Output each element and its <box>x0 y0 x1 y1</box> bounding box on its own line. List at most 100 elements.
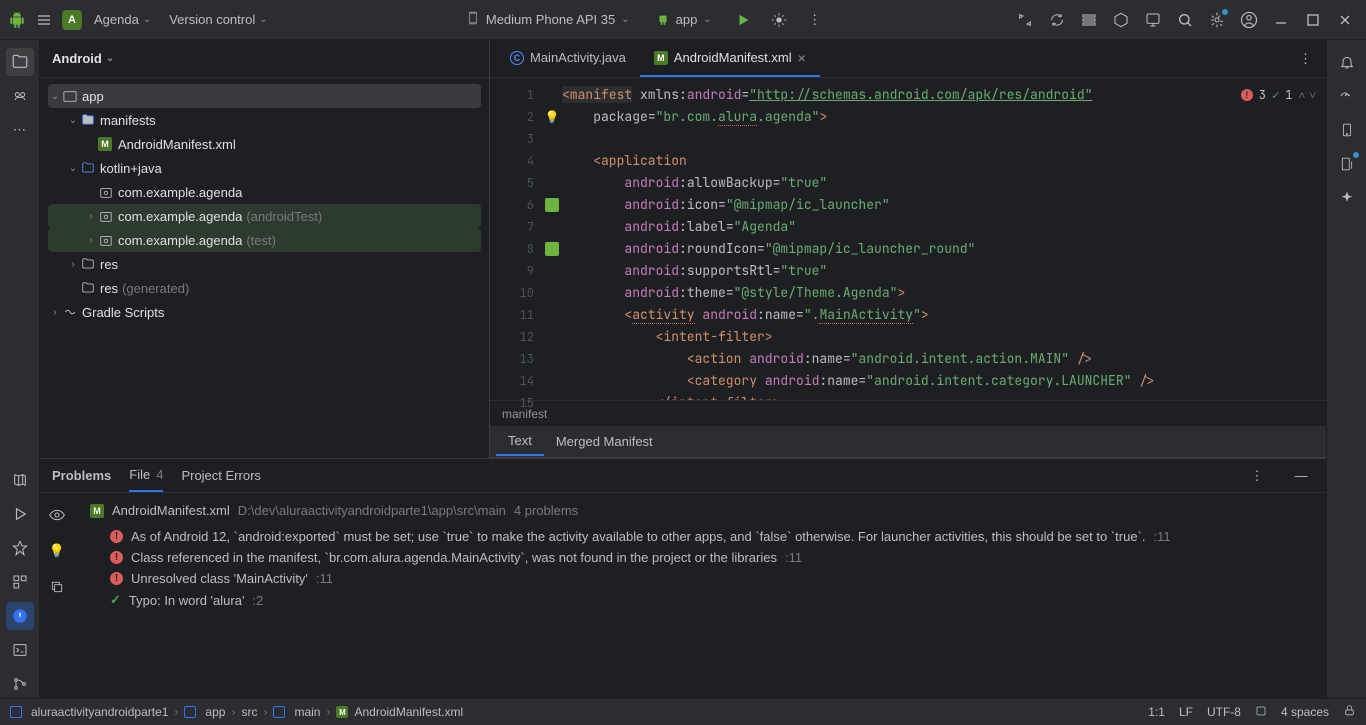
main-menu-button[interactable] <box>32 8 56 32</box>
minimize-button[interactable] <box>1268 7 1294 33</box>
settings-icon[interactable] <box>1204 7 1230 33</box>
search-icon[interactable] <box>1172 7 1198 33</box>
folder-icon <box>80 161 96 175</box>
problem-file-header[interactable]: M AndroidManifest.xml D:\dev\aluraactivi… <box>90 503 1310 518</box>
vcs-dropdown[interactable]: Version control⌄ <box>163 8 273 31</box>
problem-item[interactable]: ! Unresolved class 'MainActivity' :11 <box>90 568 1310 589</box>
project-chip[interactable]: A <box>62 10 82 30</box>
run-tool-button[interactable] <box>6 500 34 528</box>
copy-icon[interactable] <box>43 573 71 601</box>
tree-node-res-gen[interactable]: res (generated) <box>48 276 481 300</box>
structure-tool-button[interactable] <box>6 466 34 494</box>
project-view-dropdown[interactable]: Android ⌄ <box>40 40 489 78</box>
crumb[interactable]: aluraactivityandroidparte1 <box>31 705 168 719</box>
code-content[interactable]: <manifest xmlns:android="http://schemas.… <box>562 78 1326 400</box>
tree-node-res[interactable]: › res <box>48 252 481 276</box>
device-file-explorer-button[interactable] <box>1333 150 1361 178</box>
problems-tab-project[interactable]: Project Errors <box>181 460 260 491</box>
tree-node-pkg1[interactable]: com.example.agenda <box>48 180 481 204</box>
app-inspection-icon[interactable] <box>1108 7 1134 33</box>
problems-tab-file[interactable]: File 4 <box>129 459 163 492</box>
more-button[interactable]: ⋮ <box>802 7 828 33</box>
android-gutter-icon[interactable] <box>545 198 559 212</box>
sync-gradle-icon[interactable] <box>1044 7 1070 33</box>
indent-setting[interactable]: 4 spaces <box>1281 705 1329 719</box>
tab-main-activity[interactable]: C MainActivity.java <box>496 40 640 77</box>
tab-manifest[interactable]: M AndroidManifest.xml × <box>640 40 820 77</box>
run-button[interactable] <box>730 7 756 33</box>
readonly-toggle-icon[interactable] <box>1255 705 1267 720</box>
error-icon: ! <box>1241 89 1253 101</box>
gradle-icon <box>62 305 78 319</box>
run-config-selector[interactable]: app ⌄ <box>648 7 720 32</box>
tab-more-button[interactable]: ⋮ <box>1291 47 1320 71</box>
bulb-icon[interactable]: 💡 <box>545 106 560 128</box>
tree-node-app[interactable]: ⌄ app <box>48 84 481 108</box>
favorites-tool-button[interactable] <box>6 534 34 562</box>
notifications-button[interactable] <box>1333 48 1361 76</box>
package-icon <box>98 185 114 199</box>
next-highlight-icon[interactable]: ˅ <box>1309 84 1316 106</box>
crumb[interactable]: main <box>294 705 320 719</box>
tree-label: AndroidManifest.xml <box>118 137 236 152</box>
gradle-button[interactable] <box>1333 82 1361 110</box>
sub-tab-text[interactable]: Text <box>496 427 544 456</box>
bulb-icon[interactable]: 💡 <box>43 537 71 565</box>
status-bar: aluraactivityandroidparte1 › app › src ›… <box>0 698 1366 725</box>
eye-icon[interactable] <box>43 501 71 529</box>
code-with-me-icon[interactable] <box>1012 7 1038 33</box>
problems-more-button[interactable]: ⋮ <box>1244 463 1270 489</box>
close-button[interactable] <box>1332 7 1358 33</box>
terminal-tool-button[interactable] <box>6 636 34 664</box>
project-tool-button[interactable] <box>6 48 34 76</box>
nav-breadcrumbs[interactable]: aluraactivityandroidparte1 › app › src ›… <box>10 705 463 719</box>
problems-tool-button[interactable] <box>6 602 34 630</box>
encoding[interactable]: UTF-8 <box>1207 705 1241 719</box>
problem-line: :2 <box>252 593 263 608</box>
manifest-file-icon: M <box>90 504 104 518</box>
sub-tab-merged[interactable]: Merged Manifest <box>544 428 665 455</box>
tree-node-gradle[interactable]: › Gradle Scripts <box>48 300 481 324</box>
title-bar: A Agenda⌄ Version control⌄ Medium Phone … <box>0 0 1366 40</box>
android-gutter-icon[interactable] <box>545 242 559 256</box>
res-folder-icon <box>80 257 96 271</box>
expand-icon: › <box>48 307 62 318</box>
tree-node-manifests[interactable]: ⌄ manifests <box>48 108 481 132</box>
crumb[interactable]: AndroidManifest.xml <box>354 705 463 719</box>
package-icon <box>98 233 114 247</box>
crumb[interactable]: app <box>205 705 225 719</box>
account-icon[interactable] <box>1236 7 1262 33</box>
vcs-tool-button[interactable] <box>6 670 34 698</box>
more-tools-button[interactable]: ⋯ <box>6 116 34 144</box>
problem-item[interactable]: ✓ Typo: In word 'alura' :2 <box>90 589 1310 611</box>
problem-item[interactable]: ! Class referenced in the manifest, `br.… <box>90 547 1310 568</box>
tree-node-pkg2[interactable]: › com.example.agenda (androidTest) <box>48 204 481 228</box>
debug-button[interactable] <box>766 7 792 33</box>
project-dropdown[interactable]: Agenda⌄ <box>88 8 157 31</box>
maximize-button[interactable] <box>1300 7 1326 33</box>
problems-hide-button[interactable]: — <box>1288 463 1314 489</box>
emulator-button[interactable] <box>1333 116 1361 144</box>
crumb[interactable]: src <box>241 705 257 719</box>
commit-tool-button[interactable] <box>6 82 34 110</box>
resource-manager-icon[interactable] <box>1140 7 1166 33</box>
tree-node-manifest-file[interactable]: M AndroidManifest.xml <box>48 132 481 156</box>
caret-position[interactable]: 1:1 <box>1148 705 1165 719</box>
res-folder-icon <box>80 281 96 295</box>
tree-node-kotlin[interactable]: ⌄ kotlin+java <box>48 156 481 180</box>
ai-assistant-button[interactable] <box>1333 184 1361 212</box>
inspection-summary[interactable]: !3 ✓1 ˄˅ <box>1241 84 1316 106</box>
close-tab-icon[interactable]: × <box>798 50 806 66</box>
code-editor[interactable]: 123456789101112131415 💡 <manifest xmlns:… <box>490 78 1326 400</box>
prev-highlight-icon[interactable]: ˄ <box>1298 84 1305 106</box>
build-variants-button[interactable] <box>6 568 34 596</box>
breadcrumb-bar[interactable]: manifest <box>490 400 1326 426</box>
line-separator[interactable]: LF <box>1179 705 1193 719</box>
tree-node-pkg3[interactable]: › com.example.agenda (test) <box>48 228 481 252</box>
problem-item[interactable]: ! As of Android 12, `android:exported` m… <box>90 526 1310 547</box>
lock-icon[interactable] <box>1343 704 1356 720</box>
device-selector[interactable]: Medium Phone API 35 ⌄ <box>458 7 638 32</box>
problems-tab-problems[interactable]: Problems <box>52 460 111 491</box>
device-manager-icon[interactable] <box>1076 7 1102 33</box>
phone-icon <box>466 11 480 28</box>
